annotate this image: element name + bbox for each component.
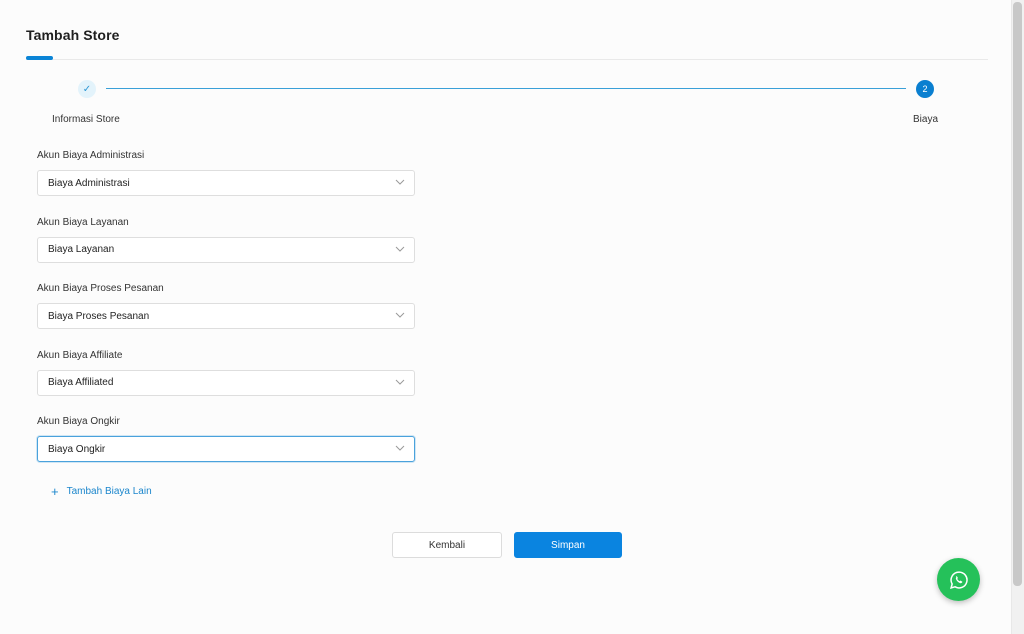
chevron-down-icon (395, 179, 405, 185)
page-header: Tambah Store (26, 27, 988, 60)
select-value: Biaya Ongkir (48, 443, 106, 455)
whatsapp-icon (949, 570, 968, 589)
add-other-cost-link[interactable]: + Tambah Biaya Lain (51, 485, 152, 498)
chevron-down-icon (395, 379, 405, 385)
select-value: Biaya Layanan (48, 244, 115, 255)
field-label: Akun Biaya Proses Pesanan (37, 283, 164, 294)
page-title: Tambah Store (26, 27, 120, 43)
plus-icon: + (51, 484, 59, 499)
chevron-down-icon (395, 246, 405, 252)
select-value: Biaya Affiliated (48, 377, 114, 388)
scrollbar-thumb[interactable] (1013, 2, 1022, 586)
field-akun-biaya-ongkir: Akun Biaya Ongkir Biaya Ongkir (37, 413, 415, 480)
chevron-down-icon (395, 312, 405, 318)
add-other-cost-label: Tambah Biaya Lain (66, 486, 152, 497)
check-icon: ✓ (78, 80, 96, 98)
select-akun-biaya-affiliate[interactable]: Biaya Affiliated (37, 369, 415, 396)
biaya-form: Akun Biaya Administrasi Biaya Administra… (37, 147, 415, 480)
select-akun-biaya-proses-pesanan[interactable]: Biaya Proses Pesanan (37, 303, 415, 329)
page: Tambah Store ✓ Informasi Store 2 Biaya A… (0, 0, 1011, 634)
field-label: Akun Biaya Administrasi (37, 150, 145, 161)
select-value: Biaya Administrasi (48, 177, 130, 189)
step-number-badge: 2 (916, 80, 934, 98)
field-label: Akun Biaya Ongkir (37, 416, 120, 427)
vertical-scrollbar[interactable] (1011, 0, 1024, 634)
back-button[interactable]: Kembali (392, 532, 502, 558)
field-akun-biaya-proses-pesanan: Akun Biaya Proses Pesanan Biaya Proses P… (37, 280, 415, 347)
field-akun-biaya-layanan: Akun Biaya Layanan Biaya Layanan (37, 214, 415, 281)
select-akun-biaya-administrasi[interactable]: Biaya Administrasi (37, 170, 415, 196)
step-label-informasi-store: Informasi Store (52, 114, 120, 125)
step-label-biaya: Biaya (913, 114, 939, 125)
stepper-connector (106, 88, 906, 89)
field-label: Akun Biaya Affiliate (37, 349, 123, 361)
select-akun-biaya-ongkir[interactable]: Biaya Ongkir (37, 436, 415, 462)
save-button[interactable]: Simpan (514, 532, 622, 558)
select-akun-biaya-layanan[interactable]: Biaya Layanan (37, 236, 415, 263)
whatsapp-chat-button[interactable] (937, 558, 980, 601)
chevron-down-icon (395, 445, 405, 451)
title-underline (26, 56, 53, 60)
field-label: Akun Biaya Layanan (37, 216, 129, 228)
field-akun-biaya-affiliate: Akun Biaya Affiliate Biaya Affiliated (37, 347, 415, 414)
select-value: Biaya Proses Pesanan (48, 310, 150, 322)
stepper: ✓ Informasi Store 2 Biaya (0, 80, 1011, 130)
field-akun-biaya-administrasi: Akun Biaya Administrasi Biaya Administra… (37, 147, 415, 214)
